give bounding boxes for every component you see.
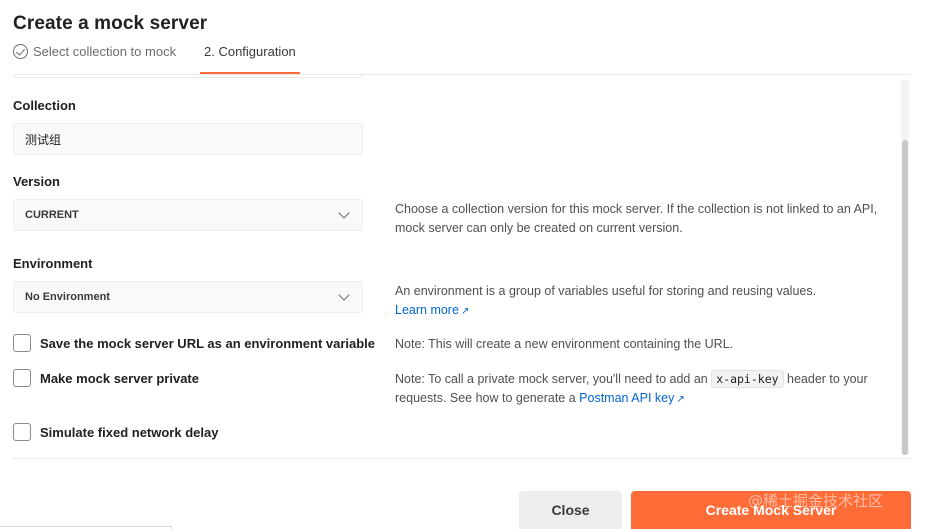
save-url-help: Note: This will create a new environment… <box>395 337 734 351</box>
external-link-icon: ↗ <box>460 306 470 317</box>
version-label: Version <box>13 174 60 189</box>
step-label: Select collection to mock <box>33 44 177 59</box>
environment-value: No Environment <box>25 291 110 303</box>
private-checkbox[interactable] <box>13 369 31 387</box>
collection-field: 测试组 <box>13 123 363 155</box>
environment-label: Environment <box>13 256 93 271</box>
api-key-header-code: x-api-key <box>711 370 784 388</box>
postman-api-key-link[interactable]: Postman API key ↗ <box>579 391 685 405</box>
environment-select[interactable]: No Environment <box>13 281 363 313</box>
step-configuration[interactable]: 2. Configuration <box>200 44 300 74</box>
save-url-label: Save the mock server URL as an environme… <box>40 335 376 351</box>
save-url-checkbox-row[interactable]: Save the mock server URL as an environme… <box>13 334 375 352</box>
step-label: 2. Configuration <box>204 44 296 59</box>
footer-divider <box>13 458 910 459</box>
version-value: CURRENT <box>25 209 79 221</box>
learn-more-link[interactable]: Learn more ↗ <box>395 303 469 317</box>
private-help: Note: To call a private mock server, you… <box>395 370 895 409</box>
version-select[interactable]: CURRENT <box>13 199 363 231</box>
delay-checkbox-row[interactable]: Simulate fixed network delay <box>13 423 218 441</box>
delay-label: Simulate fixed network delay <box>40 424 219 440</box>
chevron-down-icon <box>338 289 350 301</box>
version-help: Choose a collection version for this moc… <box>395 202 878 235</box>
chevron-down-icon <box>338 207 350 219</box>
close-button[interactable]: Close <box>519 491 622 529</box>
save-url-checkbox[interactable] <box>13 334 31 352</box>
private-checkbox-row[interactable]: Make mock server private <box>13 369 199 387</box>
external-link-icon: ↗ <box>676 394 685 405</box>
delay-checkbox[interactable] <box>13 423 31 441</box>
private-label: Make mock server private <box>40 370 199 386</box>
collection-label: Collection <box>13 98 76 113</box>
collection-value: 测试组 <box>25 132 62 147</box>
check-circle-icon <box>13 44 28 59</box>
dialog-title: Create a mock server <box>13 13 208 34</box>
scrollbar-thumb[interactable] <box>902 140 908 455</box>
create-mock-server-button[interactable]: Create Mock Server <box>631 491 911 529</box>
environment-help: An environment is a group of variables u… <box>395 282 895 321</box>
step-select-collection[interactable]: Select collection to mock <box>13 44 176 74</box>
wizard-steps: Select collection to mock 2. Configurati… <box>13 44 913 74</box>
environment-help-text: An environment is a group of variables u… <box>395 284 817 298</box>
clipped-field-edge <box>13 74 363 78</box>
